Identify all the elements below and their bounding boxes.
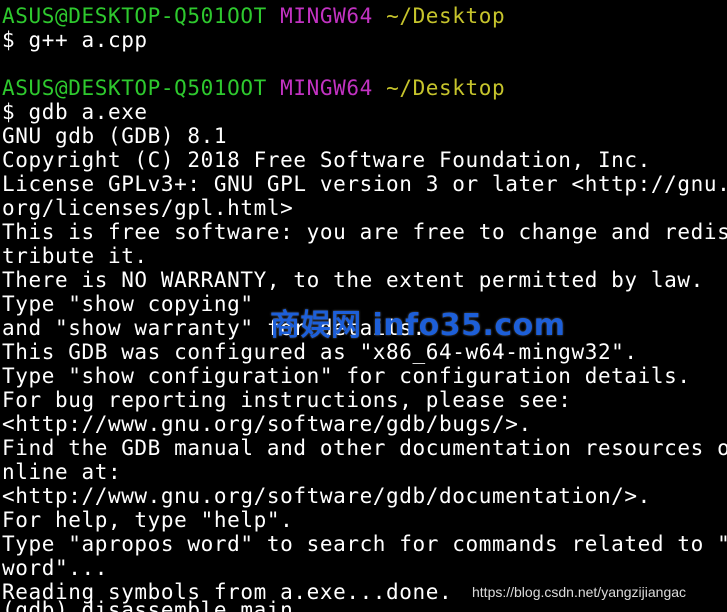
gdb-command-line: (gdb) disassemble main xyxy=(2,598,294,612)
output-line: and "show warranty" for details. xyxy=(2,316,426,340)
output-line: Type "show copying" xyxy=(2,292,254,316)
output-line: word"... xyxy=(2,556,108,580)
prompt-environment: MINGW64 xyxy=(280,4,373,28)
output-line: License GPLv3+: GNU GPL version 3 or lat… xyxy=(2,172,727,196)
prompt-line: ASUS@DESKTOP-Q501OOT MINGW64 ~/Desktop xyxy=(2,4,727,28)
command-line: $ g++ a.cpp xyxy=(2,28,148,52)
prompt-user-host: ASUS@DESKTOP-Q501OOT xyxy=(2,76,267,100)
output-line: GNU gdb (GDB) 8.1 xyxy=(2,124,228,148)
prompt-path: ~/Desktop xyxy=(386,4,506,28)
prompt-user-host: ASUS@DESKTOP-Q501OOT xyxy=(2,4,267,28)
output-line: For bug reporting instructions, please s… xyxy=(2,388,572,412)
output-line: nline at: xyxy=(2,460,122,484)
output-line: This is free software: you are free to c… xyxy=(2,220,727,244)
output-line: org/licenses/gpl.html> xyxy=(2,196,294,220)
output-line: This GDB was configured as "x86_64-w64-m… xyxy=(2,340,638,364)
command-line: $ gdb a.exe xyxy=(2,100,148,124)
output-line: tribute it. xyxy=(2,244,148,268)
prompt-path: ~/Desktop xyxy=(386,76,506,100)
output-line: There is NO WARRANTY, to the extent perm… xyxy=(2,268,704,292)
output-line: Type "show configuration" for configurat… xyxy=(2,364,691,388)
output-line: <http://www.gnu.org/software/gdb/bugs/>. xyxy=(2,412,532,436)
terminal-window[interactable]: ASUS@DESKTOP-Q501OOT MINGW64 ~/Desktop $… xyxy=(0,0,727,612)
prompt-line: ASUS@DESKTOP-Q501OOT MINGW64 ~/Desktop xyxy=(2,76,727,100)
terminal-output-area: ASUS@DESKTOP-Q501OOT MINGW64 ~/Desktop $… xyxy=(2,4,727,604)
output-line: <http://www.gnu.org/software/gdb/documen… xyxy=(2,484,651,508)
output-line: Copyright (C) 2018 Free Software Foundat… xyxy=(2,148,651,172)
prompt-environment: MINGW64 xyxy=(280,76,373,100)
output-line: Find the GDB manual and other documentat… xyxy=(2,436,727,460)
output-line: Type "apropos word" to search for comman… xyxy=(2,532,727,556)
output-line: For help, type "help". xyxy=(2,508,294,532)
